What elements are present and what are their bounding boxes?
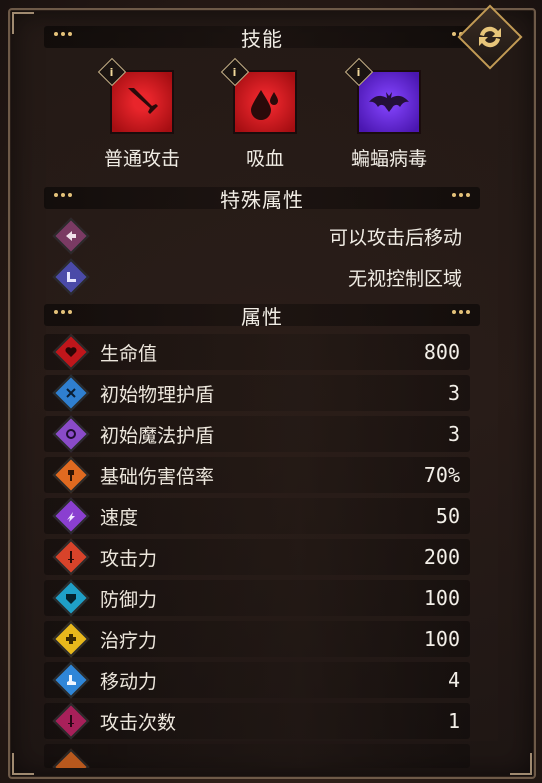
- skills-header: 技能: [44, 26, 480, 51]
- stat-row: 攻击力 200: [44, 538, 470, 576]
- stat-value: 4: [447, 668, 460, 692]
- stat-row: 速度 50: [44, 497, 470, 535]
- stat-row: 初始魔法护盾 3: [44, 415, 470, 453]
- boot-icon: [52, 661, 90, 699]
- special-trait-row[interactable]: 无视控制区域: [44, 258, 480, 296]
- stat-row: 基础伤害倍率 70%: [44, 456, 470, 494]
- attributes-header: 属性: [44, 304, 480, 329]
- stat-label: 初始魔法护盾: [100, 424, 215, 447]
- stat-row: 攻击次数 1: [44, 702, 470, 740]
- axe-icon: [52, 456, 90, 494]
- speed-icon: [52, 497, 90, 535]
- stat-label: 防御力: [100, 588, 158, 611]
- heal-icon: [52, 620, 90, 658]
- move-after-attack-icon: [52, 217, 90, 255]
- attack-icon: [52, 538, 90, 576]
- stat-label: 攻击力: [100, 547, 158, 570]
- stat-label: 速度: [100, 506, 139, 529]
- magic-shield-icon: [52, 415, 90, 453]
- stat-row: 移动力 4: [44, 661, 470, 699]
- stat-row: 初始物理护盾 3: [44, 374, 470, 412]
- physical-shield-icon: [52, 374, 90, 412]
- stat-value: 50: [435, 504, 460, 528]
- stat-label: 攻击次数: [100, 711, 177, 734]
- sword-icon[interactable]: i: [97, 57, 174, 134]
- ornament-dots: [452, 193, 470, 197]
- stat-value: 3: [447, 422, 460, 446]
- stat-row-partial: [44, 744, 470, 768]
- stat-value: 800: [423, 340, 460, 364]
- ornament-dots: [54, 32, 72, 36]
- stat-label: 治疗力: [100, 629, 158, 652]
- special-trait-text: 可以攻击后移动: [328, 226, 462, 249]
- attack-count-icon: [52, 702, 90, 740]
- stat-value: 1: [447, 709, 460, 733]
- stat-row: 治疗力 100: [44, 620, 470, 658]
- skill-name: 蝙蝠病毒: [350, 148, 427, 170]
- heart-icon: [52, 333, 90, 371]
- attributes-title: 属性: [241, 304, 283, 329]
- frame-corner: [510, 753, 532, 775]
- swap-icon: [479, 26, 501, 48]
- stat-value: 100: [423, 586, 460, 610]
- skill-item[interactable]: i 普通攻击: [87, 57, 197, 171]
- special-header: 特殊属性: [44, 187, 480, 212]
- skill-name: 普通攻击: [103, 148, 180, 170]
- skills-title: 技能: [241, 26, 283, 51]
- bat-icon[interactable]: i: [344, 57, 421, 134]
- ignore-zoc-icon: [52, 258, 90, 296]
- stat-label: 生命值: [100, 342, 158, 365]
- stat-value: 70%: [423, 463, 460, 487]
- stat-label: 初始物理护盾: [100, 383, 215, 406]
- frame-corner: [12, 753, 34, 775]
- stat-row: 生命值 800: [44, 333, 470, 371]
- blood-drop-icon[interactable]: i: [220, 57, 297, 134]
- stat-icon-partial: [52, 748, 90, 768]
- stat-row: 防御力 100: [44, 579, 470, 617]
- stat-label: 移动力: [100, 670, 158, 693]
- special-title: 特殊属性: [220, 187, 304, 212]
- frame-corner: [12, 12, 34, 34]
- skill-name: 吸血: [245, 148, 284, 170]
- stat-value: 100: [423, 627, 460, 651]
- defense-icon: [52, 579, 90, 617]
- stat-value: 200: [423, 545, 460, 569]
- special-trait-row[interactable]: 可以攻击后移动: [44, 217, 480, 255]
- stat-value: 3: [447, 381, 460, 405]
- skill-item[interactable]: i 吸血: [210, 57, 320, 171]
- ornament-dots: [452, 310, 470, 314]
- ornament-dots: [54, 310, 72, 314]
- special-trait-text: 无视控制区域: [347, 267, 462, 290]
- stat-label: 基础伤害倍率: [100, 465, 215, 488]
- skill-item[interactable]: i 蝙蝠病毒: [334, 57, 444, 171]
- ornament-dots: [54, 193, 72, 197]
